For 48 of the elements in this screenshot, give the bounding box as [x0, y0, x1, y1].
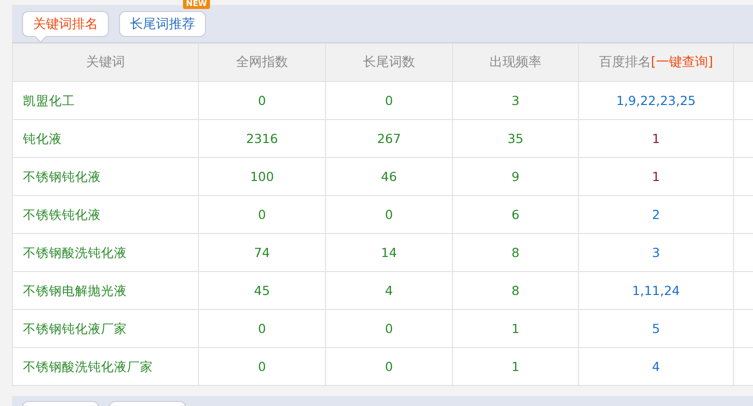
table-cell: 0: [385, 92, 393, 108]
table-cell: 0: [258, 206, 266, 222]
column-header: 长尾词数: [326, 44, 452, 82]
table-cell: 267: [377, 130, 401, 146]
rank-link[interactable]: 3: [652, 244, 660, 260]
column-header: 百度排名[一键查询]: [578, 44, 734, 82]
rank-link[interactable]: 1: [652, 130, 660, 146]
rank-link[interactable]: 1: [652, 168, 660, 184]
table-cell: 0: [258, 320, 266, 336]
table-cell: 8: [512, 244, 520, 260]
column-header: 全网指数: [198, 44, 326, 82]
table-cell: 6: [512, 206, 520, 222]
table-cell: 0: [385, 358, 393, 374]
rank-link[interactable]: 1,11,24: [632, 282, 680, 298]
query-link[interactable]: [一键查询]: [650, 54, 714, 70]
table-cell: 1: [512, 320, 520, 336]
table-cell: 0: [385, 206, 393, 222]
keyword-cell: 不锈钢钝化液厂家: [23, 320, 127, 336]
keyword-cell: 不锈钢钝化液: [23, 168, 101, 184]
rank-link[interactable]: 2: [652, 206, 660, 222]
tab[interactable]: 长尾词推荐: [119, 10, 206, 36]
table-cell: 0: [258, 358, 266, 374]
keyword-cell: 钝化液: [23, 130, 62, 146]
table-cell: 4: [385, 282, 393, 298]
table-cell: 0: [258, 92, 266, 108]
table-cell: 46: [381, 168, 397, 184]
table-cell: 100: [250, 168, 274, 184]
column-header: 关键词: [12, 44, 198, 82]
table-cell: 2316: [246, 130, 278, 146]
table-cell: 74: [254, 244, 270, 260]
keyword-cell: 不锈钢电解抛光液: [23, 282, 127, 298]
table-cell: 9: [512, 168, 520, 184]
table-cell: 8: [512, 282, 520, 298]
rank-link[interactable]: 5: [652, 320, 660, 336]
keyword-cell: 不锈钢酸洗钝化液: [23, 244, 127, 260]
rank-link[interactable]: 4: [652, 358, 660, 374]
new-badge: NEW: [183, 0, 210, 8]
table-cell: 0: [385, 320, 393, 336]
keyword-cell: 凯盟化工: [23, 92, 75, 108]
table-cell: 14: [381, 244, 397, 260]
keyword-cell: 不锈铁钝化液: [23, 206, 101, 222]
tab[interactable]: 关键词排名: [22, 10, 109, 36]
column-header: 出现频率: [452, 44, 578, 82]
table-cell: 35: [508, 130, 524, 146]
table-cell: 1: [512, 358, 520, 374]
keyword-cell: 不锈钢酸洗钝化液厂家: [23, 358, 153, 374]
table-cell: 45: [254, 282, 270, 298]
table-cell: 3: [512, 92, 520, 108]
